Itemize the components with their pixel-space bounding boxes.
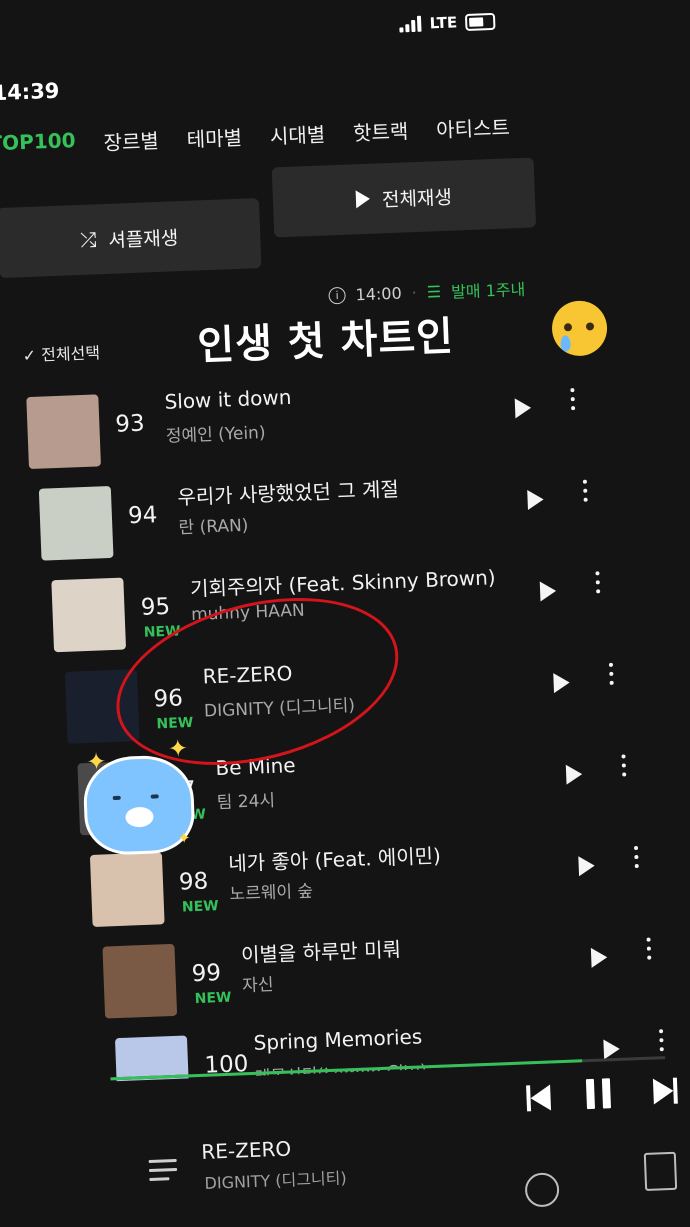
new-badge: NEW [194,989,232,1008]
album-art[interactable] [26,394,101,470]
tab-era[interactable]: 시대별 [269,118,325,149]
chart-update-time: 14:00 [355,283,403,304]
play-all-button[interactable]: 전체재생 [271,157,537,238]
now-playing-title[interactable]: RE-ZERO [201,1137,292,1164]
play-icon[interactable] [603,1038,621,1060]
song-row[interactable]: 94 우리가 사랑했었던 그 계절 란 (RAN) [38,465,662,569]
album-art[interactable] [38,485,114,561]
more-options-icon[interactable] [646,937,651,942]
home-icon[interactable] [524,1172,560,1208]
app-screen: 14:39 LTE TOP100 장르별 테마별 시대별 핫트랙 아티스트 ⤮ … [0,0,690,1215]
song-rank: 99 [191,960,222,988]
tab-theme[interactable]: 테마별 [186,122,242,153]
signal-icon [399,15,422,33]
filter-icon[interactable]: ☰ [426,282,441,302]
song-artist[interactable]: 노르웨이 숲 [229,876,313,904]
play-icon[interactable] [552,672,570,694]
more-options-icon[interactable] [621,754,626,759]
status-time: 14:39 [0,78,60,106]
battery-icon [464,12,496,31]
more-options-icon[interactable] [570,388,575,393]
shuffle-play-label: 셔플재생 [107,226,179,252]
tab-genre[interactable]: 장르별 [103,125,159,156]
play-all-label: 전체재생 [381,186,453,211]
more-options-icon[interactable] [583,479,588,484]
play-icon[interactable] [514,397,532,419]
song-title[interactable]: Slow it down [164,385,292,414]
info-icon[interactable]: i [328,286,346,304]
play-icon[interactable] [565,764,583,785]
more-options-icon[interactable] [608,662,613,667]
song-list: 93 Slow it down 정예인 (Yein) 94 우리가 사랑했었던 그 계절… [0,0,669,1111]
playlist-icon[interactable] [148,1158,178,1187]
locker-icon[interactable] [643,1151,678,1191]
tab-hot-track[interactable]: 핫트랙 [352,115,409,146]
song-title[interactable]: 기회주의자 (Feat. Skinny Brown) [190,561,497,602]
play-icon[interactable] [540,580,557,602]
song-artist[interactable]: 정예인 (Yein) [165,418,266,447]
sparkle-icon: ✦ [167,734,189,763]
shuffle-play-button[interactable]: ⤮ 셔플재생 [0,198,262,279]
album-art[interactable] [89,852,165,927]
song-title[interactable]: 네가 좋아 (Feat. 에이민) [228,840,442,877]
mini-player: RE-ZERO DIGNITY (디그니티) [20,1058,690,1215]
chart-meta: i 14:00 · ☰ 발매 1주내 [328,276,526,308]
tab-top100[interactable]: TOP100 [0,128,76,160]
song-artist[interactable]: 자신 [242,970,274,996]
song-rank: 94 [127,502,158,530]
story-caption: 인생 첫 차트인 [196,313,455,370]
album-art[interactable] [102,943,178,1019]
check-icon: ✓ [22,345,37,366]
song-row[interactable]: 99 NEW 이별을 하루만 미뤄 자신 [102,923,690,1027]
separator-dot: · [411,282,418,302]
play-icon[interactable] [578,855,596,877]
play-icon [355,189,371,209]
network-label: LTE [429,13,458,33]
song-row[interactable]: 93 Slow it down 정예인 (Yein) [26,373,649,477]
song-rank: 98 [178,868,209,896]
status-bar-right: LTE [399,12,496,34]
song-title[interactable]: Spring Memories [253,1024,422,1054]
release-filter[interactable]: 발매 1주내 [451,276,526,303]
new-badge: NEW [181,898,220,916]
more-options-icon[interactable] [659,1029,664,1034]
song-rank: 95 [140,593,171,621]
song-rank: 93 [114,410,146,438]
sparkle-icon: ✦ [85,747,107,777]
now-playing-artist[interactable]: DIGNITY (디그니티) [204,1164,347,1193]
more-options-icon[interactable] [633,845,639,851]
play-icon[interactable] [591,947,608,968]
select-all-label: 전체선택 [40,343,101,365]
song-title[interactable]: 우리가 사랑했었던 그 계절 [177,473,399,510]
song-artist[interactable]: 팀 24시 [216,786,275,813]
tab-artist[interactable]: 아티스트 [436,111,511,143]
sparkle-icon: ✦ [176,828,192,848]
shuffle-icon: ⤮ [79,227,97,252]
album-art[interactable] [51,577,127,653]
play-icon[interactable] [527,489,545,510]
smiling-tear-emoji [551,299,609,357]
song-title[interactable]: 이별을 하루만 미뤄 [240,933,402,968]
more-options-icon[interactable] [595,571,600,576]
select-all[interactable]: ✓ 전체선택 [22,339,100,366]
song-artist[interactable]: 란 (RAN) [178,511,248,539]
